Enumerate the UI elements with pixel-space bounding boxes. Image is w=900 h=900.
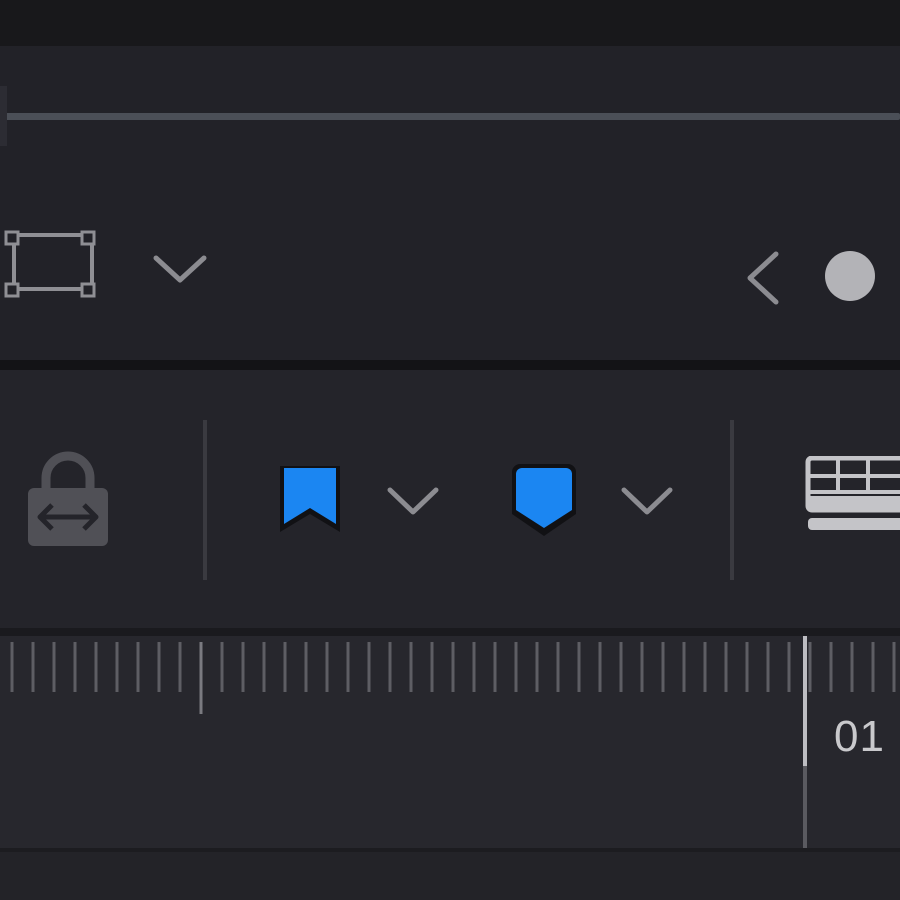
marker-menu-chevron-down-icon[interactable] [618, 482, 676, 522]
marker-icon[interactable] [510, 462, 578, 538]
transform-rect-icon[interactable] [0, 230, 100, 310]
top-bar [0, 0, 900, 46]
timeline-toolbar [0, 370, 900, 628]
panel-divider [0, 360, 900, 370]
app-window: 01 [0, 0, 900, 900]
playhead[interactable] [803, 636, 807, 766]
timeline-tracks [0, 852, 900, 900]
timeline-ruler[interactable] [0, 636, 900, 848]
viewer-scrub-handle[interactable] [0, 86, 7, 146]
circle-dot-icon[interactable] [822, 248, 878, 304]
viewer-toolbar [0, 190, 900, 358]
timeline-view-options-icon[interactable] [804, 455, 900, 538]
position-lock-icon[interactable] [24, 450, 112, 550]
flag-icon[interactable] [276, 462, 346, 538]
transform-menu-chevron-down-icon[interactable] [150, 250, 210, 290]
toolbar-separator [730, 420, 734, 580]
ruler-timecode-label: 01 [834, 712, 885, 761]
flag-menu-chevron-down-icon[interactable] [384, 482, 442, 522]
chevron-left-icon[interactable] [740, 250, 784, 306]
toolbar-separator [203, 420, 207, 580]
ruler-ticks [10, 642, 896, 714]
viewer-scrub-track[interactable] [0, 113, 900, 120]
ruler-gap [0, 628, 900, 636]
